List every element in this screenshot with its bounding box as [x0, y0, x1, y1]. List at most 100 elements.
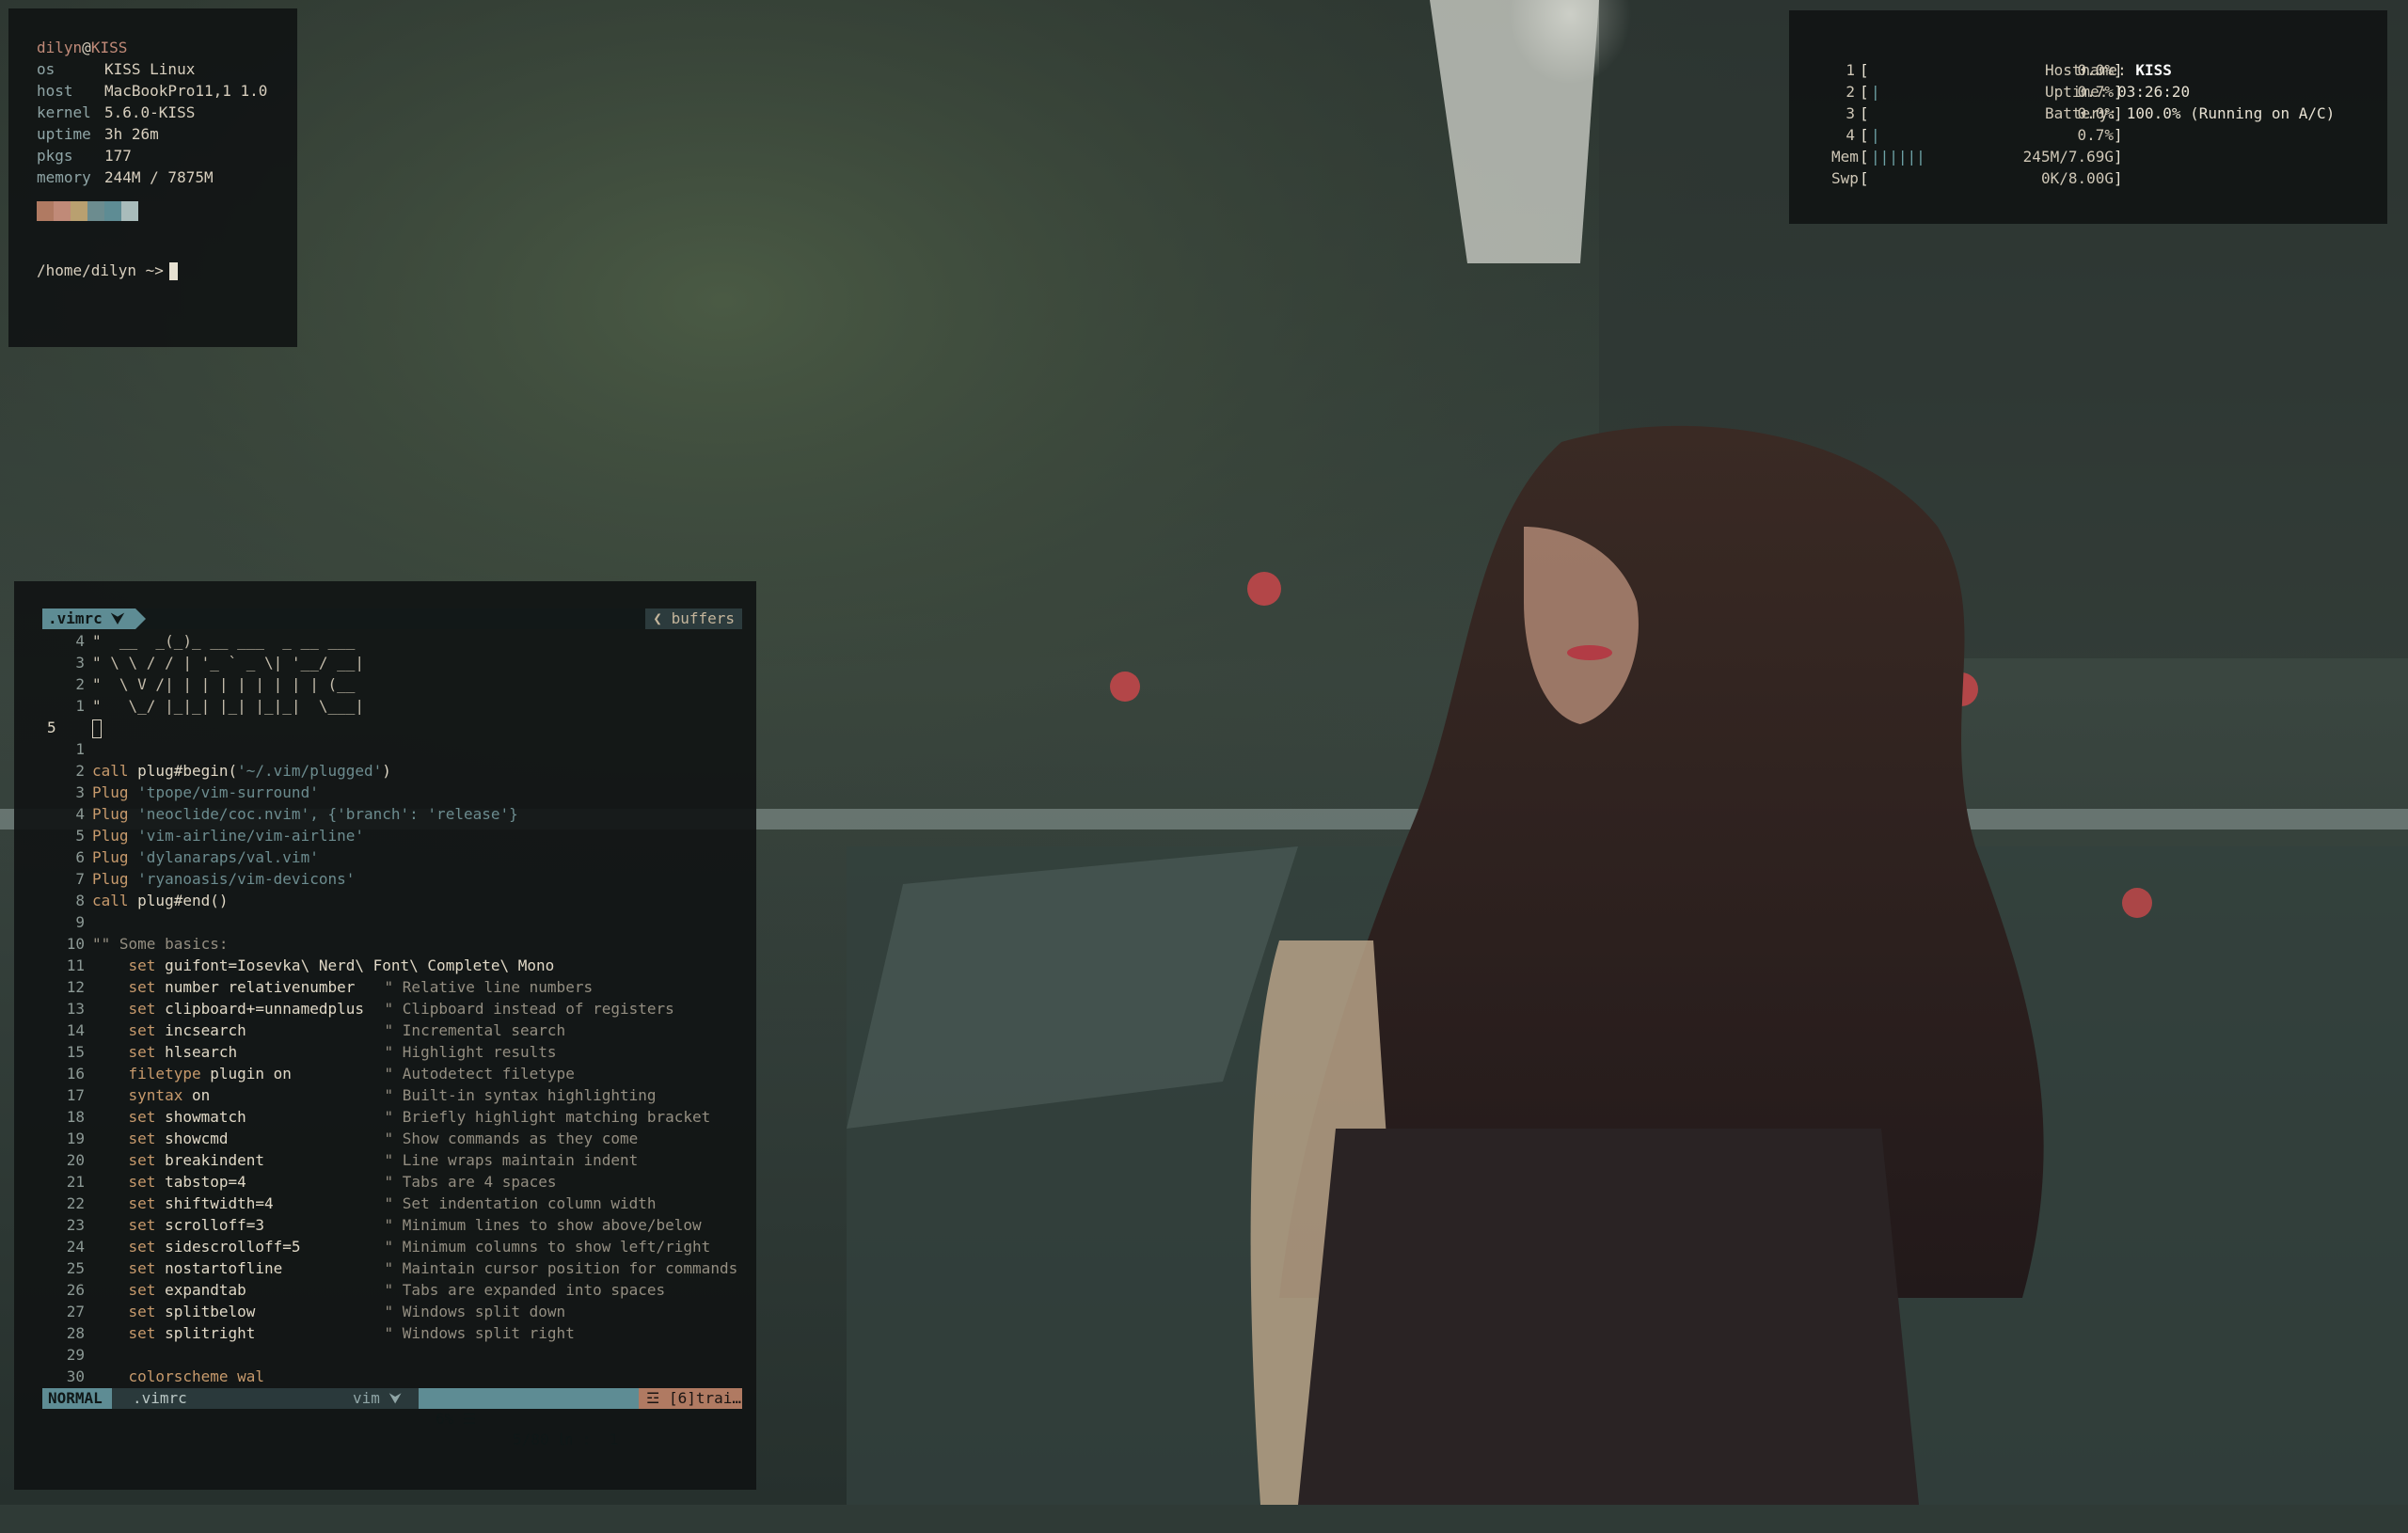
- code-line: 18 set showmatch " Briefly highlight matc…: [42, 1106, 742, 1128]
- option: breakindent: [155, 1151, 265, 1169]
- fetch-key: host: [37, 82, 73, 100]
- line-number: 21: [66, 1173, 85, 1191]
- keyword: set: [128, 1000, 156, 1018]
- keyword: syntax: [128, 1086, 183, 1104]
- code-line: 6 Plug 'dylanaraps/val.vim': [42, 846, 742, 868]
- option: showmatch: [155, 1108, 246, 1126]
- comment: " Minimum lines to show above/below: [384, 1216, 702, 1234]
- cpu-meter-label: 1: [1846, 61, 1855, 79]
- fetch-terminal[interactable]: dilyn@KISS os KISS Linux host MacBookPro11,…: [8, 8, 297, 347]
- line-number: 15: [66, 1043, 85, 1061]
- htop-terminal[interactable]: 1[0.0%] 2[| 0.7%] 3[0.0%] 4[| 0.7%] Mem[||||||…: [1789, 10, 2387, 224]
- ascii-art: " \_/ |_|_| |_| |_|_| \___|: [92, 697, 364, 715]
- fetch-row: pkgs 177: [37, 145, 297, 166]
- fetch-key: memory: [37, 168, 91, 186]
- line-number: 2: [75, 675, 85, 693]
- option: nostartofline: [155, 1259, 283, 1277]
- code-line: 23 set scrolloff=3 " Minimum lines to sho…: [42, 1214, 742, 1236]
- line-number: 27: [66, 1303, 85, 1320]
- keyword: Plug: [92, 870, 129, 888]
- line-number: 18: [66, 1108, 85, 1126]
- vim-terminal[interactable]: .vimrc ⮟ ❮ buffers 4 " __ _(_)_ __ ___ _ …: [14, 581, 756, 1490]
- identifier: [129, 805, 138, 823]
- code-line: 28 set splitright " Windows split right: [42, 1322, 742, 1344]
- comment: " Relative line numbers: [384, 978, 594, 996]
- line-number: 4: [75, 632, 85, 650]
- code-line: 3 " \ \ / / | '_ ` _ \| '__/ __|: [42, 652, 742, 673]
- line-number: 2: [75, 762, 85, 780]
- line-number: 5: [75, 827, 85, 845]
- line-number: 10: [66, 935, 85, 953]
- setting-body: set sidescrolloff=5: [129, 1236, 385, 1257]
- comment: "" Some basics:: [92, 935, 229, 953]
- option: sidescrolloff=5: [155, 1238, 301, 1256]
- code-line: 16 filetype plugin on " Autodetect filety…: [42, 1063, 742, 1084]
- line-number: 3: [75, 783, 85, 801]
- cpu-meter-label: 4: [1846, 126, 1855, 144]
- comment: " Incremental search: [384, 1021, 566, 1039]
- cpu-meter-bracket-left: [: [1860, 104, 1869, 122]
- swap-meter: Swp[0K/8.00G]: [1831, 167, 2387, 189]
- keyword: set: [128, 1281, 156, 1299]
- cursor-line: 5: [42, 717, 742, 738]
- cpu-meter-bar: |: [1871, 126, 1880, 144]
- fetch-row: os KISS Linux: [37, 58, 297, 80]
- colorscheme-value: wal: [228, 1367, 265, 1385]
- battery-row: Battery: 100.0% (Running on A/C): [2045, 103, 2335, 124]
- tab-vimrc[interactable]: .vimrc ⮟: [42, 608, 147, 629]
- setting-body: set expandtab: [129, 1279, 385, 1301]
- comment: " Autodetect filetype: [384, 1065, 575, 1083]
- line-number: 23: [66, 1216, 85, 1234]
- keyword: set: [128, 1324, 156, 1342]
- line-number: 6: [75, 848, 85, 866]
- fetch-key: kernel: [37, 103, 91, 121]
- keyword: set: [128, 1043, 156, 1061]
- setting-body: set splitbelow: [129, 1301, 385, 1322]
- code-line: 17 syntax on " Built-in syntax highlighti…: [42, 1084, 742, 1106]
- code-line: 15 set hlsearch " Highlight results: [42, 1041, 742, 1063]
- string-literal: 'vim-airline/vim-airline': [137, 827, 364, 845]
- text-cursor: [168, 262, 178, 280]
- keyword: set: [128, 978, 156, 996]
- identifier: [129, 848, 138, 866]
- buffers-indicator[interactable]: ❮ buffers: [645, 608, 742, 629]
- comment: " Set indentation column width: [384, 1194, 657, 1212]
- uptime-value: 03:26:20: [2117, 83, 2191, 101]
- line-number: 5: [47, 719, 56, 736]
- keyword: set: [128, 1259, 156, 1277]
- identifier: [129, 827, 138, 845]
- setting-body: set number relativenumber: [129, 976, 385, 998]
- mem-meter-value: 245M/7.69G: [2022, 148, 2114, 166]
- cpu-meter: 4 [| 0.7%]: [1831, 124, 2387, 146]
- setting-body: set nostartofline: [129, 1257, 385, 1279]
- identifier: [129, 870, 138, 888]
- code-line: 29: [42, 1344, 742, 1366]
- prompt-text: /home/dilyn ~>: [37, 261, 164, 279]
- line-number: 30: [66, 1367, 85, 1385]
- line-number: 28: [66, 1324, 85, 1342]
- status-percent: 6% ☰: [436, 1410, 477, 1428]
- vim-buffer[interactable]: 4 " __ _(_)_ __ ___ _ __ ___ 3 " \ \ / / | …: [42, 630, 742, 1387]
- cpu-meter-bracket-left: [: [1860, 83, 1869, 101]
- keyword: call: [92, 762, 129, 780]
- cpu-meter-bracket-left: [: [1860, 126, 1869, 144]
- comment: " Tabs are 4 spaces: [384, 1173, 557, 1191]
- color-swatch: [37, 201, 54, 221]
- code-line: 10 "" Some basics:: [42, 933, 742, 955]
- line-number: 3: [75, 654, 85, 672]
- line-number: 25: [66, 1259, 85, 1277]
- fetch-title: dilyn@KISS: [37, 37, 297, 58]
- mode-indicator: NORMAL: [42, 1388, 112, 1409]
- keyword: set: [128, 1130, 156, 1147]
- option: shiftwidth=4: [155, 1194, 274, 1212]
- code-line: 4 Plug 'neoclide/coc.nvim', {'branch': 'r…: [42, 803, 742, 825]
- status-line-col: 5/80 ㏑ : 1: [513, 1430, 619, 1448]
- shell-prompt[interactable]: /home/dilyn ~>: [37, 260, 297, 281]
- status-position: 6% ☰ 5/80 ㏑ : 1: [419, 1388, 639, 1448]
